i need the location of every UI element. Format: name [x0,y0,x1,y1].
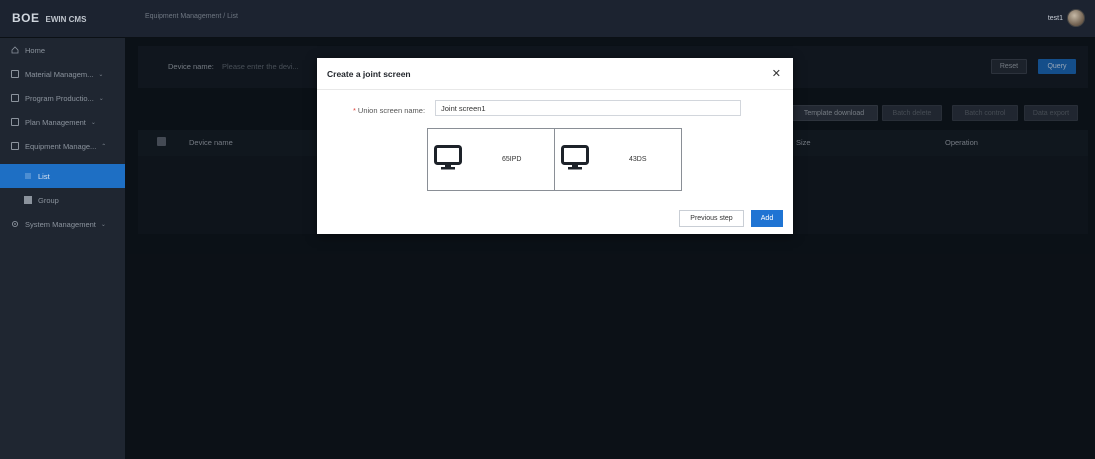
union-screen-name-input[interactable] [435,100,741,116]
divider [317,89,793,90]
sidebar-item-program[interactable]: Program Productio... ⌄ [0,86,125,110]
username: test1 [1047,14,1063,22]
chevron-up-icon: ⌃ [101,143,107,150]
sidebar-item-list[interactable]: List [0,164,125,188]
screen-name: 43DS [629,156,647,163]
group-icon [24,196,32,204]
sidebar-item-label: System Management [25,219,96,229]
close-icon[interactable]: ✕ [772,67,781,80]
equipment-icon [11,142,19,150]
sidebar-item-material[interactable]: Material Managem... ⌄ [0,62,125,86]
screen-tile[interactable]: 43DS [554,128,682,191]
sidebar-item-home[interactable]: Home [0,38,125,62]
chevron-down-icon: ⌄ [98,71,104,78]
brand-logo: BOE [12,11,40,25]
required-marker: * [353,106,356,115]
sidebar-item-label: Program Productio... [25,93,94,103]
sidebar-item-label: Home [25,45,46,55]
sidebar-item-label: Material Managem... [25,69,94,79]
program-icon [11,94,19,102]
chevron-down-icon: ⌄ [100,221,106,228]
avatar[interactable] [1067,9,1085,27]
previous-step-button[interactable]: Previous step [679,210,744,227]
list-icon [24,172,32,180]
monitor-icon [561,145,589,170]
screen-name: 65IPD [502,156,522,163]
breadcrumb: Equipment Management / List [145,13,238,20]
create-joint-screen-dialog: Create a joint screen ✕ * Union screen na… [317,58,793,234]
chevron-down-icon: ⌄ [90,119,96,126]
sidebar-item-system[interactable]: System Management ⌄ [0,212,125,236]
screen-tile[interactable]: 65IPD [427,128,555,191]
gear-icon [11,220,19,228]
home-icon [11,46,19,54]
top-bar: BOE EWIN CMS Equipment Management / List… [0,0,1095,38]
field-label-text: Union screen name: [357,106,426,115]
material-icon [11,70,19,78]
chevron-down-icon: ⌄ [98,95,104,102]
app-name: EWIN CMS [45,15,87,24]
sidebar-item-label: Plan Management [25,117,86,127]
sidebar-item-equipment[interactable]: Equipment Manage... ⌃ [0,134,125,158]
sidebar: Home Material Managem... ⌄ Program Produ… [0,38,125,459]
add-button[interactable]: Add [751,210,783,227]
user-menu[interactable]: test1 [1048,9,1085,27]
sidebar-item-group[interactable]: Group [0,188,125,212]
dialog-title: Create a joint screen [327,69,411,79]
union-screen-name-label: * Union screen name: [353,106,425,115]
sidebar-item-label: Equipment Manage... [25,141,97,151]
sidebar-item-label: List [38,171,50,181]
sidebar-item-label: Group [38,195,59,205]
sidebar-item-plan[interactable]: Plan Management ⌄ [0,110,125,134]
logo: BOE EWIN CMS [12,11,86,27]
monitor-icon [434,145,462,170]
plan-icon [11,118,19,126]
